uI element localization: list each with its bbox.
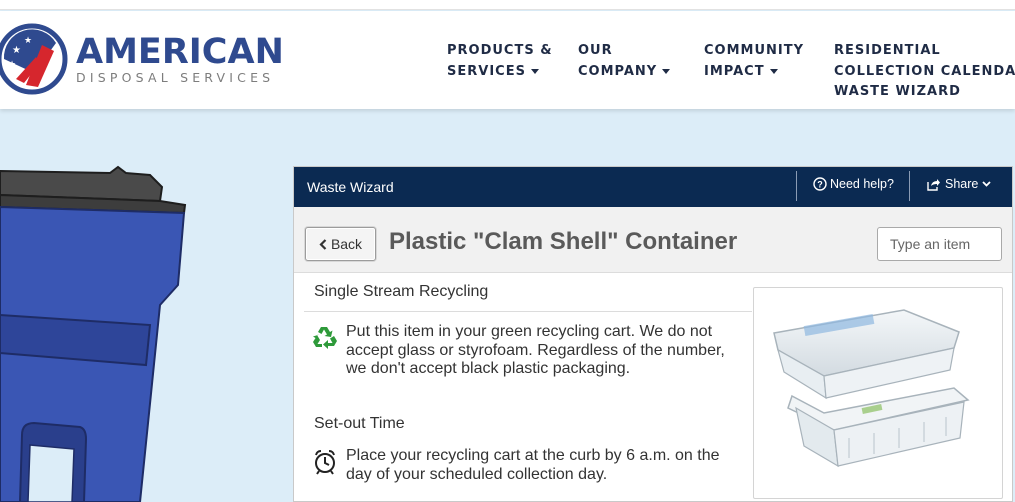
svg-text:?: ? bbox=[817, 180, 823, 190]
back-button[interactable]: Back bbox=[305, 227, 376, 261]
item-photo bbox=[753, 287, 1003, 499]
question-circle-icon: ? bbox=[813, 177, 827, 191]
setout-instruction-text: Place your recycling cart at the curb by… bbox=[346, 447, 720, 483]
waste-wizard-widget: Waste Wizard ? Need help? Share Back Pla… bbox=[293, 166, 1013, 502]
brand-tagline: DISPOSAL SERVICES bbox=[76, 70, 275, 85]
caret-down-icon bbox=[530, 68, 539, 74]
section-title-recycling: Single Stream Recycling bbox=[314, 283, 489, 300]
chevron-left-icon bbox=[319, 238, 327, 250]
nav-community-impact[interactable]: COMMUNITY IMPACT bbox=[704, 41, 804, 82]
nav-products-services[interactable]: PRODUCTS & SERVICES bbox=[447, 41, 553, 82]
caret-down-icon bbox=[769, 68, 778, 74]
item-details: Single Stream Recycling Put this item in… bbox=[294, 273, 1012, 501]
nav-label-line: WASTE WIZARD bbox=[834, 84, 961, 99]
back-label: Back bbox=[330, 236, 363, 252]
need-help-button[interactable]: ? Need help? bbox=[813, 177, 894, 191]
site-header: ★ ★ ★ AMERICAN DISPOSAL SERVICES PRODUCT… bbox=[0, 11, 1015, 109]
top-strip bbox=[0, 0, 1015, 10]
trash-cart-illustration bbox=[0, 165, 187, 502]
nav-our-company[interactable]: OUR COMPANY bbox=[578, 41, 671, 82]
widget-title: Waste Wizard bbox=[307, 179, 394, 195]
nav-label-line: RESIDENTIAL bbox=[834, 43, 941, 58]
share-button[interactable]: Share bbox=[927, 177, 991, 191]
divider bbox=[796, 171, 797, 201]
setout-instruction: Place your recycling cart at the curb by… bbox=[312, 447, 732, 484]
clamshell-container-image bbox=[773, 309, 970, 468]
logo-icon[interactable]: ★ ★ ★ bbox=[0, 23, 68, 95]
divider bbox=[909, 171, 910, 201]
nav-label-line: IMPACT bbox=[704, 63, 765, 79]
item-title: Plastic "Clam Shell" Container bbox=[389, 228, 738, 255]
widget-header: Waste Wizard ? Need help? Share bbox=[294, 167, 1012, 207]
section-title-setout: Set-out Time bbox=[314, 415, 405, 432]
nav-label-line: COMMUNITY bbox=[704, 43, 805, 58]
item-titlebar: Back Plastic "Clam Shell" Container bbox=[294, 207, 1012, 273]
item-search-input[interactable] bbox=[877, 227, 1002, 261]
chevron-down-icon bbox=[982, 181, 991, 187]
brand-name: AMERICAN bbox=[76, 32, 284, 72]
nav-label-line: COLLECTION CALENDAR & bbox=[834, 63, 1015, 79]
caret-down-icon bbox=[662, 68, 671, 74]
nav-label-line: OUR bbox=[578, 43, 613, 58]
brand[interactable]: AMERICAN DISPOSAL SERVICES bbox=[76, 35, 284, 85]
nav-label-line: COMPANY bbox=[578, 63, 658, 79]
share-label: Share bbox=[945, 177, 979, 191]
svg-text:★: ★ bbox=[24, 35, 32, 45]
svg-text:★: ★ bbox=[8, 59, 16, 69]
alarm-clock-icon bbox=[315, 450, 335, 475]
nav-label-line: SERVICES bbox=[447, 63, 526, 79]
recycling-instruction-text: Put this item in your green recycling ca… bbox=[346, 323, 725, 377]
share-icon bbox=[927, 178, 940, 191]
nav-label-line: PRODUCTS & bbox=[447, 43, 553, 58]
svg-text:★: ★ bbox=[12, 45, 21, 56]
recycling-instruction: Put this item in your green recycling ca… bbox=[312, 323, 732, 379]
nav-residential-calendar[interactable]: RESIDENTIAL COLLECTION CALENDAR & WASTE … bbox=[834, 41, 1015, 103]
section-divider bbox=[304, 311, 752, 312]
need-help-label: Need help? bbox=[830, 177, 894, 191]
recycle-icon bbox=[313, 327, 337, 349]
